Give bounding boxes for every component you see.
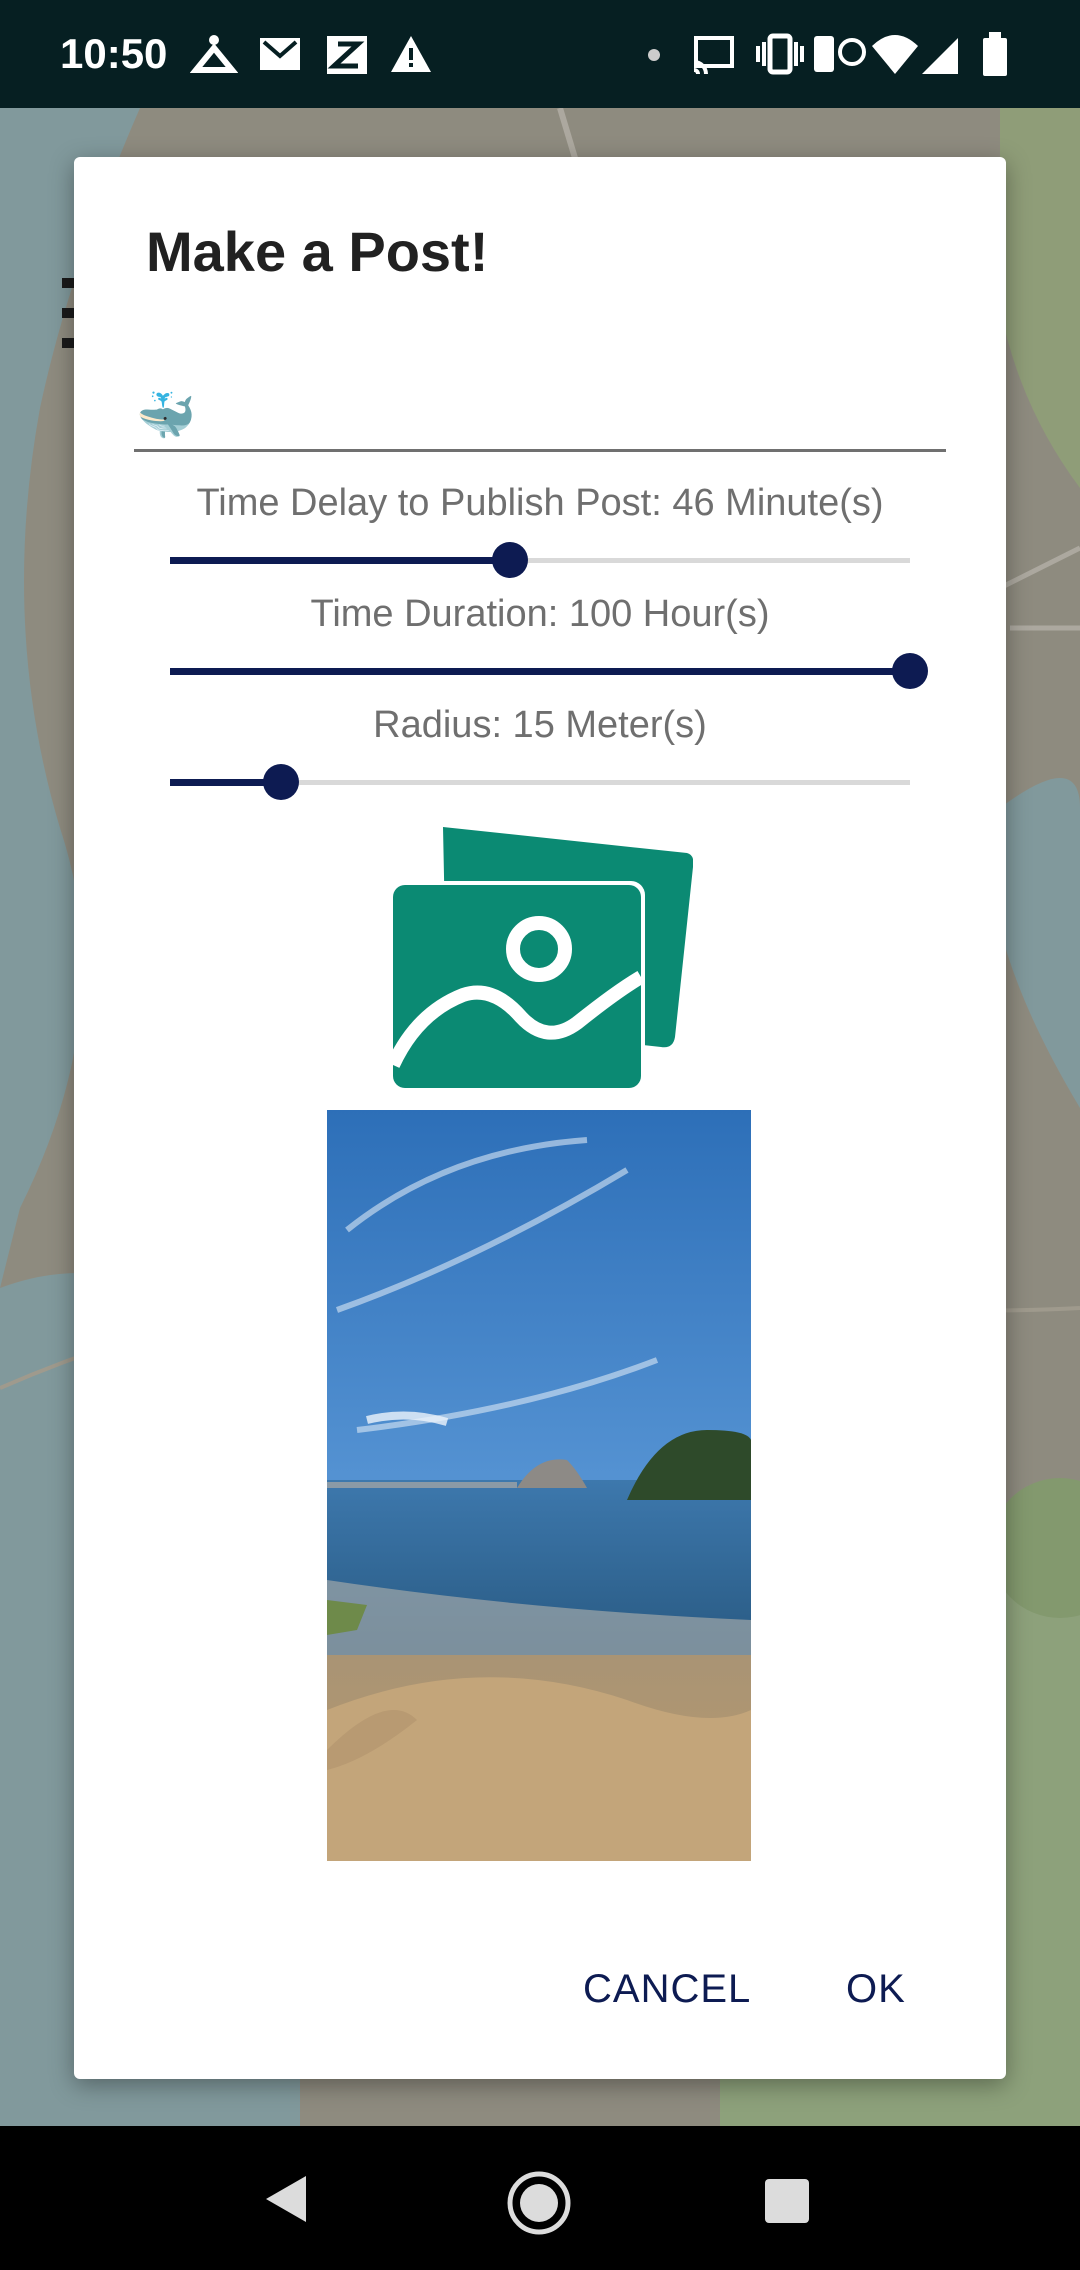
slider-thumb[interactable] <box>892 653 928 689</box>
recents-icon[interactable] <box>764 2178 810 2224</box>
navigation-bar <box>0 2126 1080 2270</box>
radius-label: Radius: 15 Meter(s) <box>373 704 707 746</box>
battery-icon <box>983 32 1007 76</box>
app-icon <box>327 36 367 74</box>
dialog-title: Make a Post! <box>146 220 489 283</box>
wifi-icon <box>872 35 918 74</box>
slider-fill <box>170 557 511 564</box>
dot-icon <box>648 49 660 61</box>
slider-thumb[interactable] <box>263 764 299 800</box>
bug-icon <box>190 35 238 73</box>
gmail-icon <box>260 38 300 70</box>
hotspot-icon <box>814 36 866 72</box>
back-icon[interactable] <box>262 2174 310 2224</box>
time-delay-label: Time Delay to Publish Post: 46 Minute(s) <box>196 482 884 524</box>
warning-icon <box>391 36 431 72</box>
post-text-value: 🐳 <box>136 390 196 443</box>
post-text-input[interactable]: 🐳 <box>134 377 946 452</box>
signal-icon <box>922 38 958 74</box>
cancel-button[interactable]: CANCEL <box>583 1967 751 2012</box>
cast-icon <box>693 36 734 75</box>
slider-fill <box>170 668 910 675</box>
home-icon[interactable] <box>506 2170 572 2236</box>
time-delay-slider[interactable] <box>170 540 910 580</box>
make-post-dialog: Make a Post! 🐳 Time Delay to Publish Pos… <box>74 157 1006 2079</box>
slider-thumb[interactable] <box>492 542 529 578</box>
radius-slider[interactable] <box>170 762 910 802</box>
time-duration-label: Time Duration: 100 Hour(s) <box>310 593 770 635</box>
beach-photo <box>327 1110 751 1861</box>
status-bar: 10:50 <box>0 0 1080 108</box>
vibrate-icon <box>756 33 804 75</box>
image-gallery-icon[interactable] <box>387 827 693 1090</box>
time-duration-slider[interactable] <box>170 651 928 691</box>
ok-button[interactable]: OK <box>846 1967 906 2012</box>
clock: 10:50 <box>60 30 168 77</box>
